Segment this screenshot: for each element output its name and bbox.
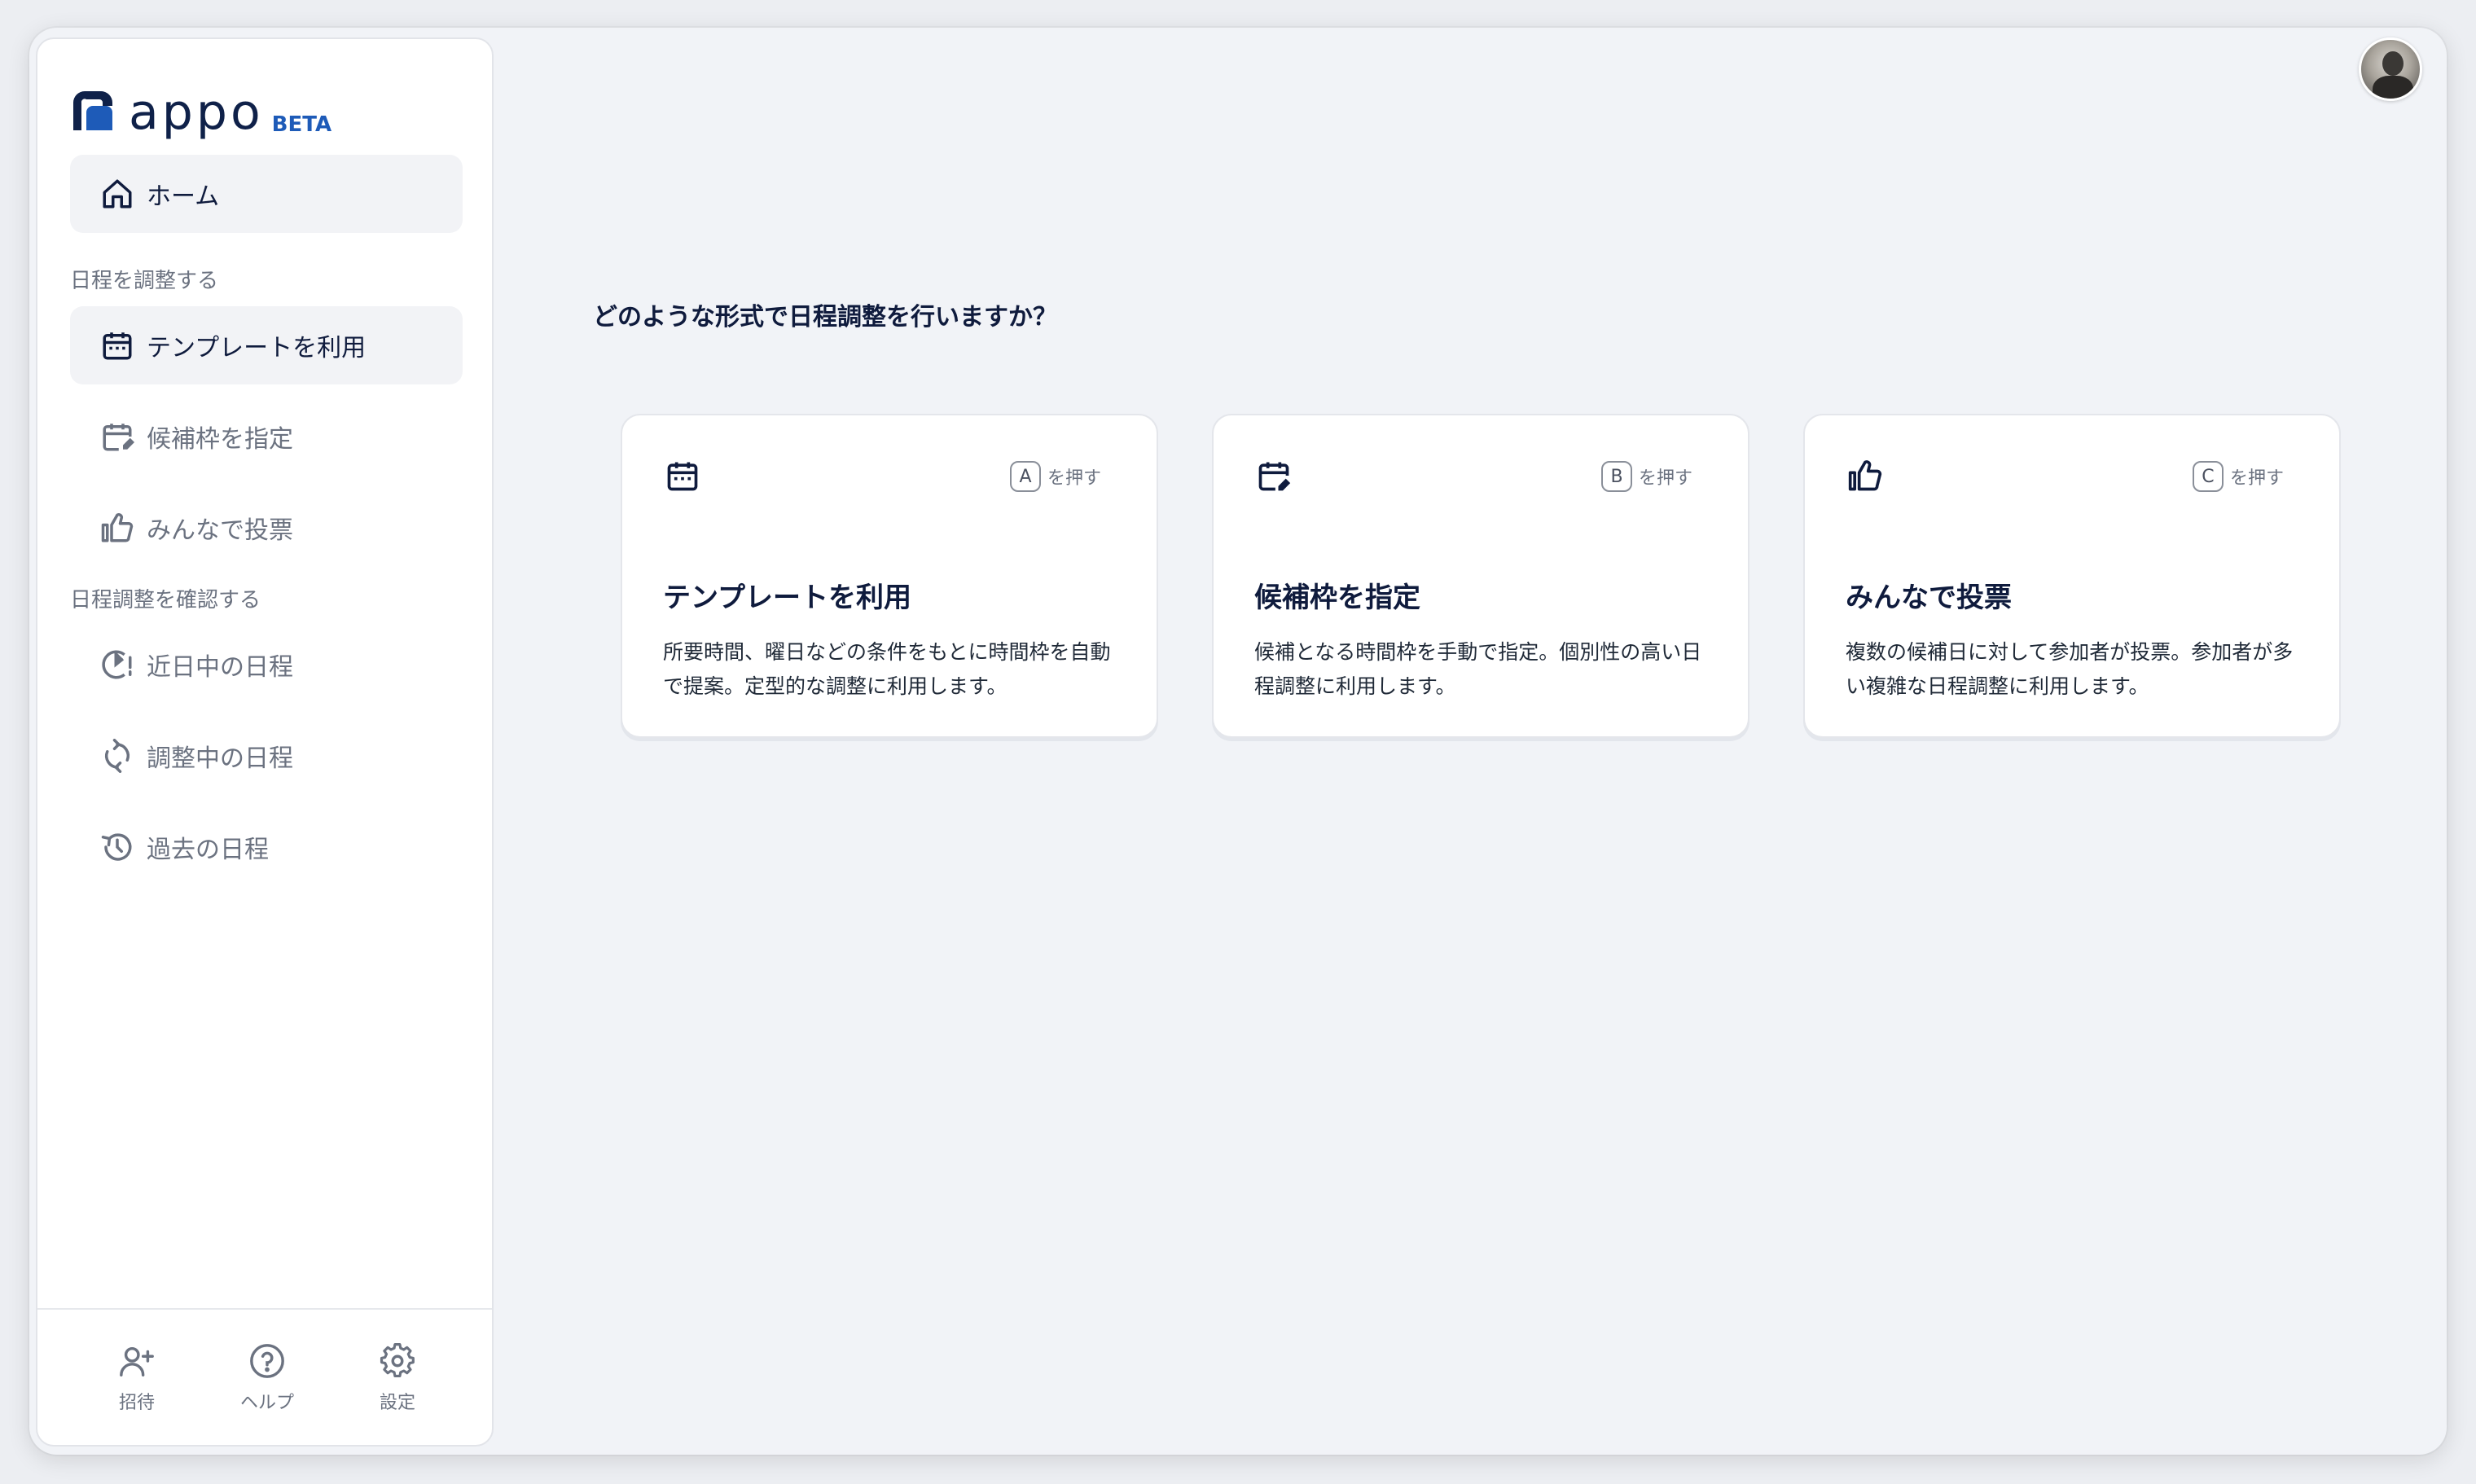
sidebar: appo BETA ホーム 日程を調整する テンプレートを利用 候補枠を指定 み… bbox=[36, 37, 494, 1447]
sidebar-item-in-progress[interactable]: 調整中の日程 bbox=[70, 717, 463, 795]
sidebar-item-label: ホーム bbox=[147, 182, 220, 211]
option-card-candidate[interactable]: B を押す 候補枠を指定 候補となる時間枠を手動で指定。個別性の高い日程調整に利… bbox=[1212, 414, 1749, 738]
calendar-icon bbox=[665, 458, 700, 494]
calendar-edit-icon bbox=[99, 419, 135, 454]
keyboard-shortcut-hint: C を押す bbox=[2192, 461, 2284, 492]
app-logo[interactable]: appo BETA bbox=[70, 80, 331, 137]
sidebar-item-past[interactable]: 過去の日程 bbox=[70, 808, 463, 886]
section-label-confirm: 日程調整を確認する bbox=[70, 588, 261, 612]
sidebar-item-label: 調整中の日程 bbox=[147, 744, 293, 773]
sidebar-item-candidate[interactable]: 候補枠を指定 bbox=[70, 397, 463, 476]
card-description: 所要時間、曜日などの条件をもとに時間枠を自動で提案。定型的な調整に利用します。 bbox=[663, 640, 1111, 698]
card-title: 候補枠を指定 bbox=[1254, 582, 1420, 614]
settings-button[interactable]: 設定 bbox=[349, 1342, 446, 1414]
shortcut-key: A bbox=[1009, 461, 1041, 492]
sidebar-item-label: テンプレートを利用 bbox=[147, 334, 367, 362]
invite-button[interactable]: 招待 bbox=[88, 1342, 186, 1414]
card-title: テンプレートを利用 bbox=[663, 582, 911, 614]
sidebar-item-home[interactable]: ホーム bbox=[70, 155, 463, 233]
shortcut-suffix: を押す bbox=[1047, 468, 1101, 489]
page-question: どのような形式で日程調整を行いますか？ bbox=[593, 303, 1057, 331]
help-icon bbox=[250, 1344, 284, 1378]
calendar-icon bbox=[99, 327, 135, 363]
history-icon bbox=[99, 829, 135, 865]
help-label: ヘルプ bbox=[239, 1393, 294, 1413]
option-card-vote[interactable]: C を押す みんなで投票 複数の候補日に対して参加者が投票。参加者が多い複雑な日… bbox=[1803, 414, 2341, 738]
shortcut-key: C bbox=[2192, 461, 2224, 492]
sidebar-item-label: 候補枠を指定 bbox=[147, 425, 293, 454]
sidebar-item-label: 過去の日程 bbox=[147, 836, 269, 864]
keyboard-shortcut-hint: A を押す bbox=[1009, 461, 1101, 492]
app-window: appo BETA ホーム 日程を調整する テンプレートを利用 候補枠を指定 み… bbox=[29, 28, 2447, 1455]
user-avatar[interactable] bbox=[2359, 37, 2422, 101]
gear-icon bbox=[380, 1343, 415, 1378]
logo-text: appo bbox=[129, 84, 264, 141]
invite-label: 招待 bbox=[118, 1393, 155, 1413]
thumbs-up-icon bbox=[99, 510, 135, 546]
settings-label: 設定 bbox=[379, 1393, 415, 1413]
thumbs-up-icon bbox=[1847, 458, 1883, 494]
section-label-schedule: 日程を調整する bbox=[70, 269, 219, 293]
logo-mark-icon bbox=[73, 91, 112, 130]
add-user-icon bbox=[120, 1346, 154, 1376]
sync-icon bbox=[99, 738, 135, 774]
sidebar-item-vote[interactable]: みんなで投票 bbox=[70, 489, 463, 567]
card-description: 複数の候補日に対して参加者が投票。参加者が多い複雑な日程調整に利用します。 bbox=[1846, 640, 2294, 698]
help-button[interactable]: ヘルプ bbox=[218, 1342, 316, 1414]
calendar-edit-icon bbox=[1256, 458, 1292, 494]
clock-alert-icon bbox=[99, 647, 135, 683]
card-description: 候補となる時間枠を手動で指定。個別性の高い日程調整に利用します。 bbox=[1254, 640, 1702, 698]
sidebar-item-upcoming[interactable]: 近日中の日程 bbox=[70, 626, 463, 704]
sidebar-item-label: 近日中の日程 bbox=[147, 653, 293, 682]
shortcut-key: B bbox=[1600, 461, 1632, 492]
card-title: みんなで投票 bbox=[1846, 582, 2012, 614]
option-card-template[interactable]: A を押す テンプレートを利用 所要時間、曜日などの条件をもとに時間枠を自動で提… bbox=[621, 414, 1158, 738]
sidebar-item-template[interactable]: テンプレートを利用 bbox=[70, 306, 463, 384]
sidebar-item-label: みんなで投票 bbox=[147, 516, 293, 545]
keyboard-shortcut-hint: B を押す bbox=[1600, 461, 1692, 492]
shortcut-suffix: を押す bbox=[1638, 468, 1692, 489]
sidebar-footer: 招待 ヘルプ 設定 bbox=[37, 1308, 492, 1445]
home-icon bbox=[99, 176, 135, 212]
shortcut-suffix: を押す bbox=[2229, 468, 2284, 489]
beta-badge: BETA bbox=[271, 112, 332, 137]
